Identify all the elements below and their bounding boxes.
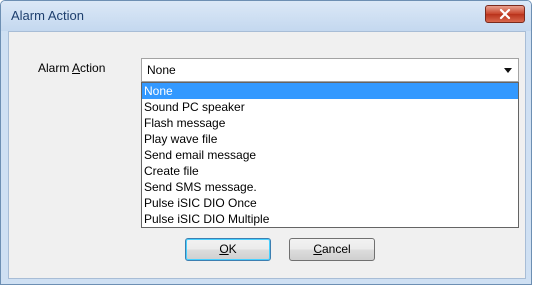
dropdown-option-play-wave-file[interactable]: Play wave file (142, 131, 518, 147)
ok-button[interactable]: OK (185, 238, 271, 261)
dropdown-option-flash-message[interactable]: Flash message (142, 115, 518, 131)
label-prefix: A (38, 61, 47, 75)
dropdown-option-none[interactable]: None (142, 83, 518, 99)
dropdown-option-send-email-message[interactable]: Send email message (142, 147, 518, 163)
label-part: larm (46, 61, 73, 75)
dropdown-option-sound-pc-speaker[interactable]: Sound PC speaker (142, 99, 518, 115)
cancel-button[interactable]: Cancel (289, 238, 375, 261)
label-suffix: ction (80, 61, 106, 75)
alarm-action-combobox[interactable]: None (141, 58, 519, 82)
dropdown-option-pulse-dio-once[interactable]: Pulse iSIC DIO Once (142, 195, 518, 211)
alarm-action-dialog: Alarm Action Alarm Action None None Soun… (0, 0, 532, 285)
alarm-action-label: Alarm Action (38, 61, 105, 75)
dialog-body: Alarm Action None None Sound PC speaker … (8, 31, 526, 279)
title-bar[interactable]: Alarm Action (1, 1, 531, 31)
cancel-accelerator: C (313, 242, 322, 256)
label-accelerator: A (72, 61, 81, 75)
chevron-down-icon[interactable] (504, 68, 512, 73)
combobox-selected-value: None (147, 63, 176, 77)
dropdown-option-create-file[interactable]: Create file (142, 163, 518, 179)
dropdown-option-pulse-dio-multiple[interactable]: Pulse iSIC DIO Multiple (142, 211, 518, 227)
window-title: Alarm Action (11, 8, 84, 23)
alarm-action-dropdown-list[interactable]: None Sound PC speaker Flash message Play… (141, 82, 519, 228)
close-icon (499, 8, 511, 20)
close-button[interactable] (485, 5, 525, 23)
ok-accelerator: O (219, 242, 229, 256)
cancel-label: ancel (321, 242, 351, 256)
dropdown-option-send-sms-message[interactable]: Send SMS message. (142, 179, 518, 195)
ok-label: K (228, 242, 237, 256)
